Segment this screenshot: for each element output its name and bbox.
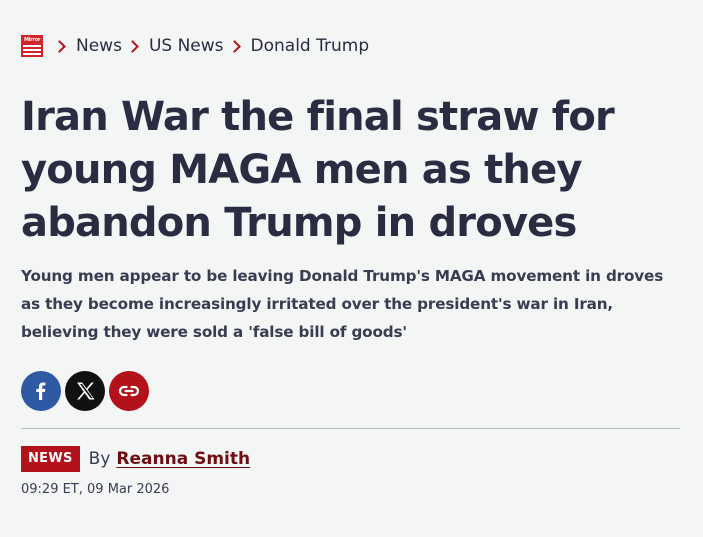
byline: NEWS By Reanna Smith [21, 446, 250, 472]
share-bar [21, 371, 149, 411]
copy-link-button[interactable] [109, 371, 149, 411]
breadcrumb-news[interactable]: News [76, 36, 122, 56]
x-share-button[interactable] [65, 371, 105, 411]
publish-timestamp: 09:29 ET, 09 Mar 2026 [21, 482, 170, 497]
section-badge[interactable]: NEWS [21, 446, 80, 472]
breadcrumb: Mirror News US News Donald Trump [21, 33, 369, 59]
chevron-right-icon [53, 39, 66, 53]
standfirst: Young men appear to be leaving Donald Tr… [21, 267, 664, 341]
author-link[interactable]: Reanna Smith [116, 449, 250, 469]
mirror-logo[interactable]: Mirror [21, 35, 43, 57]
link-icon [118, 385, 140, 397]
breadcrumb-us-news[interactable]: US News [149, 36, 224, 56]
breadcrumb-donald-trump[interactable]: Donald Trump [251, 36, 370, 56]
logo-text: Mirror [24, 37, 41, 43]
by-prefix: By [88, 449, 111, 469]
divider [21, 428, 680, 429]
chevron-right-icon [126, 39, 139, 53]
x-icon [77, 382, 95, 400]
chevron-right-icon [227, 39, 241, 53]
facebook-share-button[interactable] [21, 371, 61, 411]
facebook-icon [36, 382, 46, 400]
headline: Iran War the final straw for young MAGA … [21, 94, 615, 246]
